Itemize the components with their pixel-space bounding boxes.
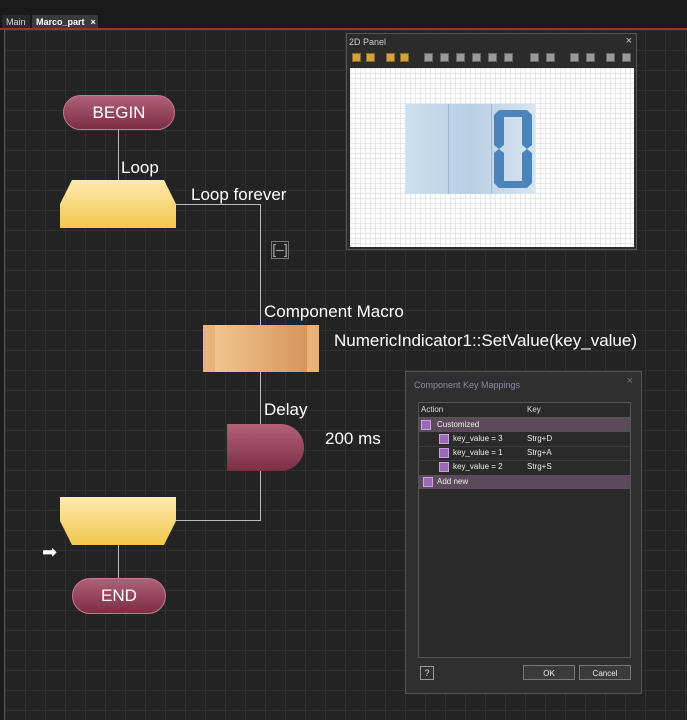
delay-title: Delay — [264, 400, 308, 419]
macro-call: NumericIndicator1::SetValue(key_value) — [334, 331, 637, 350]
distribute-icon[interactable] — [622, 53, 631, 62]
distribute-icon[interactable] — [546, 53, 555, 62]
key-icon — [439, 434, 449, 444]
align-icon[interactable] — [424, 53, 433, 62]
add-icon — [423, 477, 433, 487]
column-header-action[interactable]: Action — [421, 403, 443, 417]
connector-line — [176, 520, 261, 521]
distribute-icon[interactable] — [586, 53, 595, 62]
delay-value: 200 ms — [325, 429, 381, 448]
connector-line — [118, 128, 119, 180]
align-icon[interactable] — [366, 53, 375, 62]
action-text: key_value = 3 — [453, 434, 503, 443]
panel-view[interactable] — [350, 68, 634, 247]
numeric-indicator[interactable] — [405, 104, 535, 194]
key-text: Strg+S — [527, 462, 552, 471]
add-new-label: Add new — [437, 477, 469, 486]
key-text: Strg+A — [527, 448, 552, 457]
list-item[interactable]: key_value = 3 Strg+D — [419, 432, 630, 446]
align-icon[interactable] — [488, 53, 497, 62]
align-icon[interactable] — [386, 53, 395, 62]
key-mappings-dialog: Component Key Mappings × Action Key Cust… — [405, 371, 642, 694]
loop-condition: Loop forever — [191, 185, 287, 204]
loop-start-node[interactable] — [60, 180, 176, 228]
begin-node[interactable]: BEGIN — [63, 95, 175, 130]
close-icon[interactable]: × — [91, 17, 96, 27]
tab-label: Marco_part — [36, 17, 85, 27]
mappings-list[interactable]: Action Key Customized key_value = 3 Strg… — [418, 402, 631, 658]
action-text: key_value = 1 — [453, 448, 503, 457]
loop-label: Loop — [121, 158, 159, 177]
delay-node[interactable] — [227, 424, 304, 471]
tab-main[interactable]: Main — [2, 15, 30, 29]
align-icon[interactable] — [504, 53, 513, 62]
connector-line — [118, 545, 119, 578]
align-icon[interactable] — [352, 53, 361, 62]
list-item[interactable]: key_value = 2 Strg+S — [419, 460, 630, 474]
distribute-icon[interactable] — [530, 53, 539, 62]
distribute-icon[interactable] — [570, 53, 579, 62]
column-header-key[interactable]: Key — [527, 403, 541, 417]
arrow-right-icon: ➡ — [42, 542, 58, 562]
align-icon[interactable] — [400, 53, 409, 62]
ok-button[interactable]: OK — [523, 665, 575, 680]
panel-2d: 2D Panel × — [346, 33, 637, 250]
close-icon[interactable]: × — [627, 375, 633, 387]
key-icon — [439, 462, 449, 472]
panel-toolbar — [350, 51, 635, 66]
align-icon[interactable] — [472, 53, 481, 62]
end-node[interactable]: END — [72, 578, 166, 614]
divider — [448, 104, 449, 194]
tab-bar: Main Marco_part × — [0, 0, 687, 29]
list-item[interactable]: key_value = 1 Strg+A — [419, 446, 630, 460]
dialog-title: Component Key Mappings — [414, 380, 521, 390]
collapse-icon[interactable]: [–] — [271, 241, 289, 259]
cancel-button[interactable]: Cancel — [579, 665, 631, 680]
macro-title: Component Macro — [264, 302, 404, 321]
component-macro-node[interactable] — [203, 325, 319, 372]
add-new-row[interactable]: Add new — [419, 475, 630, 489]
folder-icon — [421, 420, 431, 430]
tab-marco-part[interactable]: Marco_part × — [32, 15, 98, 29]
group-row[interactable]: Customized — [419, 418, 630, 432]
group-label: Customized — [437, 420, 480, 429]
align-icon[interactable] — [440, 53, 449, 62]
key-icon — [439, 448, 449, 458]
seven-segment-digit — [494, 110, 532, 188]
align-icon[interactable] — [456, 53, 465, 62]
close-icon[interactable]: × — [626, 35, 632, 47]
key-text: Strg+D — [527, 434, 553, 443]
panel-title: 2D Panel — [349, 37, 387, 47]
action-text: key_value = 2 — [453, 462, 503, 471]
help-icon[interactable]: ? — [420, 666, 434, 680]
loop-end-node[interactable] — [60, 497, 176, 545]
distribute-icon[interactable] — [606, 53, 615, 62]
